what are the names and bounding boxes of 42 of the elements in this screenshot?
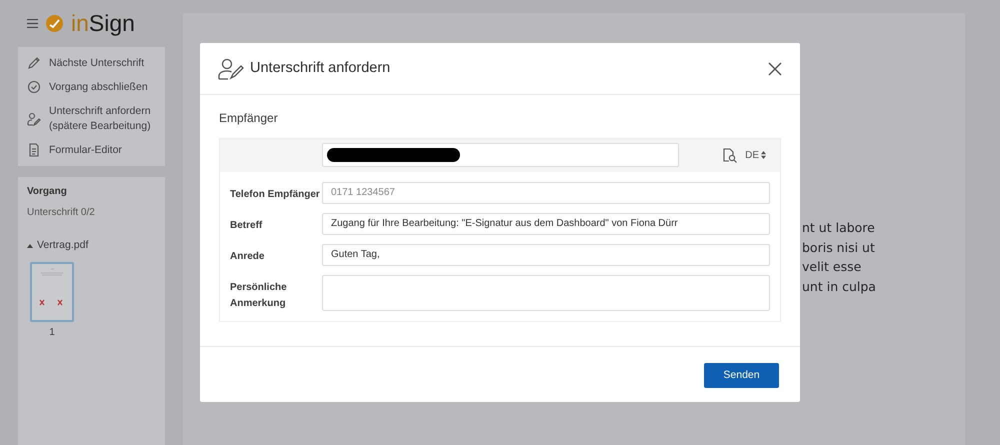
send-button[interactable]: Senden: [704, 363, 779, 388]
sidebar-item-label: Formular-Editor: [49, 142, 122, 157]
sidebar-item[interactable]: Unterschrift anfordern (spätere Bearbeitung): [18, 99, 165, 138]
field-label: Betreff: [230, 218, 264, 232]
close-icon[interactable]: [768, 62, 782, 76]
menu-icon[interactable]: [27, 19, 38, 28]
note-field[interactable]: [322, 274, 770, 310]
pen-icon: [27, 56, 41, 70]
document-text: nt ut labore: [802, 219, 875, 237]
section-title: Empfänger: [219, 110, 278, 127]
field-label: Telefon Empfänger: [230, 188, 321, 202]
document-text: unt in culpa: [802, 278, 876, 296]
logo-text: inSign: [71, 12, 135, 35]
sidebar-item[interactable]: Nächste Unterschrift: [18, 51, 165, 76]
sidebar-item-label: Unterschrift anfordern (spätere Bearbeitung): [49, 104, 151, 133]
sidebar-item-label: Nächste Unterschrift: [49, 56, 144, 70]
user-pen-icon: [27, 112, 41, 126]
file-name[interactable]: Vertrag.pdf: [37, 238, 88, 254]
section-title: Vorgang: [27, 184, 67, 199]
sidebar-item-label: Vorgang abschließen: [49, 80, 148, 94]
logo-icon: [46, 15, 63, 32]
user-pen-icon: [218, 58, 244, 80]
check-circle-icon: [27, 80, 41, 94]
page-number: 1: [49, 326, 55, 340]
document-text: velit esse: [802, 258, 862, 276]
input-field[interactable]: Guten Tag,: [322, 244, 770, 266]
language-selector[interactable]: DE: [745, 148, 759, 162]
form-icon: [27, 142, 41, 157]
email-field[interactable]: [322, 143, 679, 167]
input-field[interactable]: Zugang für Ihre Bearbeitung: "E-Signatur aus dem Dashboard" von Fiona Dürr: [322, 212, 770, 234]
input-field[interactable]: 0171 1234567: [322, 182, 770, 204]
caret-icon[interactable]: [27, 244, 33, 248]
document-search-icon[interactable]: [722, 148, 738, 162]
field-label: Persönliche Anmerkung: [230, 280, 288, 310]
document-text: boris nisi ut: [802, 238, 875, 256]
sidebar-item[interactable]: Formular-Editor: [18, 138, 165, 162]
sidebar-item[interactable]: Vorgang abschließen: [18, 75, 165, 100]
page-thumbnail[interactable]: [30, 262, 74, 322]
field-label: Anrede: [230, 250, 266, 264]
dialog-title: Unterschrift anfordern: [250, 58, 390, 78]
sort-icon[interactable]: [761, 151, 766, 159]
status-text: Unterschrift 0/2: [27, 206, 95, 220]
